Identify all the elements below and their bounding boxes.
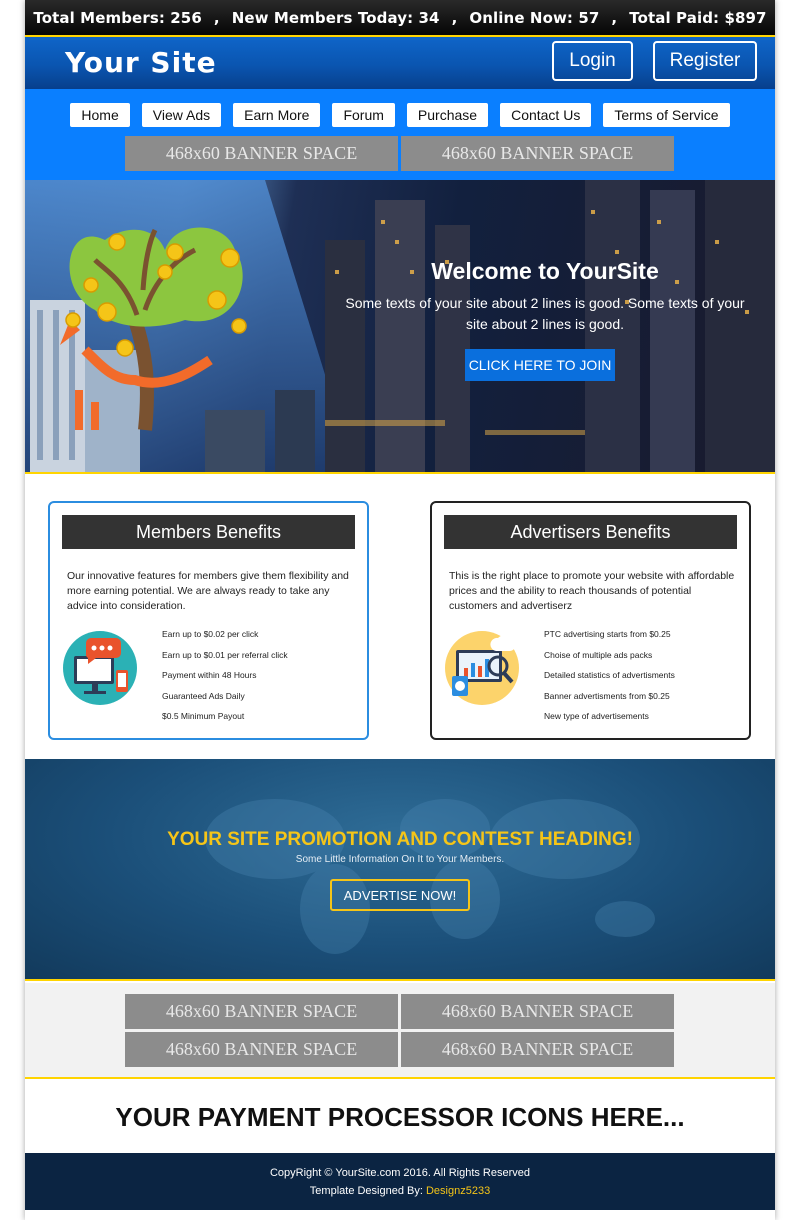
main-menu: Home View Ads Earn More Forum Purchase C…	[25, 103, 775, 127]
stat-separator: ,	[213, 8, 220, 27]
total-paid-stat: Total Paid: $897	[629, 8, 767, 27]
advertise-now-button[interactable]: ADVERTISE NOW!	[330, 879, 470, 911]
computer-chat-icon	[63, 631, 137, 705]
nav-item-home[interactable]: Home	[70, 103, 130, 127]
designer-credit: Template Designed By: Designz5233	[25, 1182, 775, 1200]
designer-link[interactable]: Designz5233	[426, 1185, 490, 1197]
members-benefits-title: Members Benefits	[62, 515, 355, 549]
site-logo[interactable]: Your Site	[65, 46, 217, 79]
payment-processors: YOUR PAYMENT PROCESSOR ICONS HERE...	[25, 1081, 775, 1153]
list-item: New type of advertisements	[544, 711, 649, 721]
hero-text: Welcome to YourSite Some texts of your s…	[335, 258, 755, 335]
promotion-section: YOUR SITE PROMOTION AND CONTEST HEADING!…	[25, 759, 775, 981]
nav-item-terms-of-service[interactable]: Terms of Service	[603, 103, 730, 127]
banner-space[interactable]: 468x60 BANNER SPACE	[125, 136, 398, 171]
promotion-heading: YOUR SITE PROMOTION AND CONTEST HEADING!	[167, 829, 633, 850]
hero-subtitle: Some texts of your site about 2 lines is…	[345, 295, 745, 332]
banner-block: 468x60 BANNER SPACE 468x60 BANNER SPACE …	[25, 983, 775, 1079]
list-item: $0.5 Minimum Payout	[162, 711, 245, 721]
banner-space[interactable]: 468x60 BANNER SPACE	[401, 136, 674, 171]
advertisers-benefits-card: Advertisers Benefits This is the right p…	[430, 501, 751, 740]
site-header: Your Site Login Register	[25, 35, 775, 89]
banner-space[interactable]: 468x60 BANNER SPACE	[125, 994, 398, 1029]
list-item: Guaranteed Ads Daily	[162, 690, 245, 701]
list-item: Banner advertisments from $0.25	[544, 690, 670, 701]
banner-space[interactable]: 468x60 BANNER SPACE	[125, 1032, 398, 1067]
list-item: Detailed statistics of advertisments	[544, 670, 675, 680]
nav-item-view-ads[interactable]: View Ads	[141, 103, 222, 127]
list-item: Earn up to $0.02 per click	[162, 629, 259, 639]
world-map-dots	[205, 799, 655, 954]
register-button[interactable]: Register	[653, 41, 757, 81]
members-benefits-list: Earn up to $0.02 per click Earn up to $0…	[162, 629, 288, 732]
copyright-text: CopyRight © YourSite.com 2016. All Right…	[269, 1167, 531, 1179]
nav-item-forum[interactable]: Forum	[332, 103, 395, 127]
analytics-dashboard-icon	[445, 631, 519, 705]
page-frame: Total Members: 256 , New Members Today: …	[25, 0, 775, 1220]
list-item: Payment within 48 Hours	[162, 670, 257, 680]
banner-space[interactable]: 468x60 BANNER SPACE	[401, 994, 674, 1029]
nav-item-purchase[interactable]: Purchase	[406, 103, 489, 127]
list-item: PTC advertising starts from $0.25	[544, 629, 671, 639]
stat-separator: ,	[611, 8, 618, 27]
hero-section: Welcome to YourSite Some texts of your s…	[25, 180, 775, 472]
nav-item-contact-us[interactable]: Contact Us	[500, 103, 592, 127]
nav-item-earn-more[interactable]: Earn More	[233, 103, 321, 127]
banner-space[interactable]: 468x60 BANNER SPACE	[401, 1032, 674, 1067]
join-button[interactable]: CLICK HERE TO JOIN	[465, 349, 615, 381]
designed-by-label: Template Designed By:	[309, 1185, 423, 1197]
advertisers-benefits-description: This is the right place to promote your …	[449, 570, 735, 612]
navigation-bar: Home View Ads Earn More Forum Purchase C…	[25, 89, 775, 180]
hero-title: Welcome to YourSite	[431, 258, 659, 284]
advertisers-benefits-list: PTC advertising starts from $0.25 Choise…	[544, 629, 675, 732]
online-now-stat: Online Now: 57	[469, 8, 600, 27]
stat-separator: ,	[451, 8, 458, 27]
new-members-stat: New Members Today: 34	[231, 8, 440, 27]
site-footer: CopyRight © YourSite.com 2016. All Right…	[25, 1153, 775, 1210]
benefits-section: Members Benefits Our innovative features…	[25, 472, 775, 759]
login-button[interactable]: Login	[552, 41, 633, 81]
site-stats-bar: Total Members: 256 , New Members Today: …	[25, 0, 775, 35]
promotion-subheading: Some Little Information On It to Your Me…	[295, 854, 505, 865]
list-item: Earn up to $0.01 per referral click	[162, 649, 288, 660]
total-members-stat: Total Members: 256	[33, 8, 202, 27]
advertisers-benefits-title: Advertisers Benefits	[444, 515, 737, 549]
members-benefits-description: Our innovative features for members give…	[67, 570, 349, 612]
list-item: Choise of multiple ads packs	[544, 649, 653, 660]
members-benefits-card: Members Benefits Our innovative features…	[48, 501, 369, 740]
